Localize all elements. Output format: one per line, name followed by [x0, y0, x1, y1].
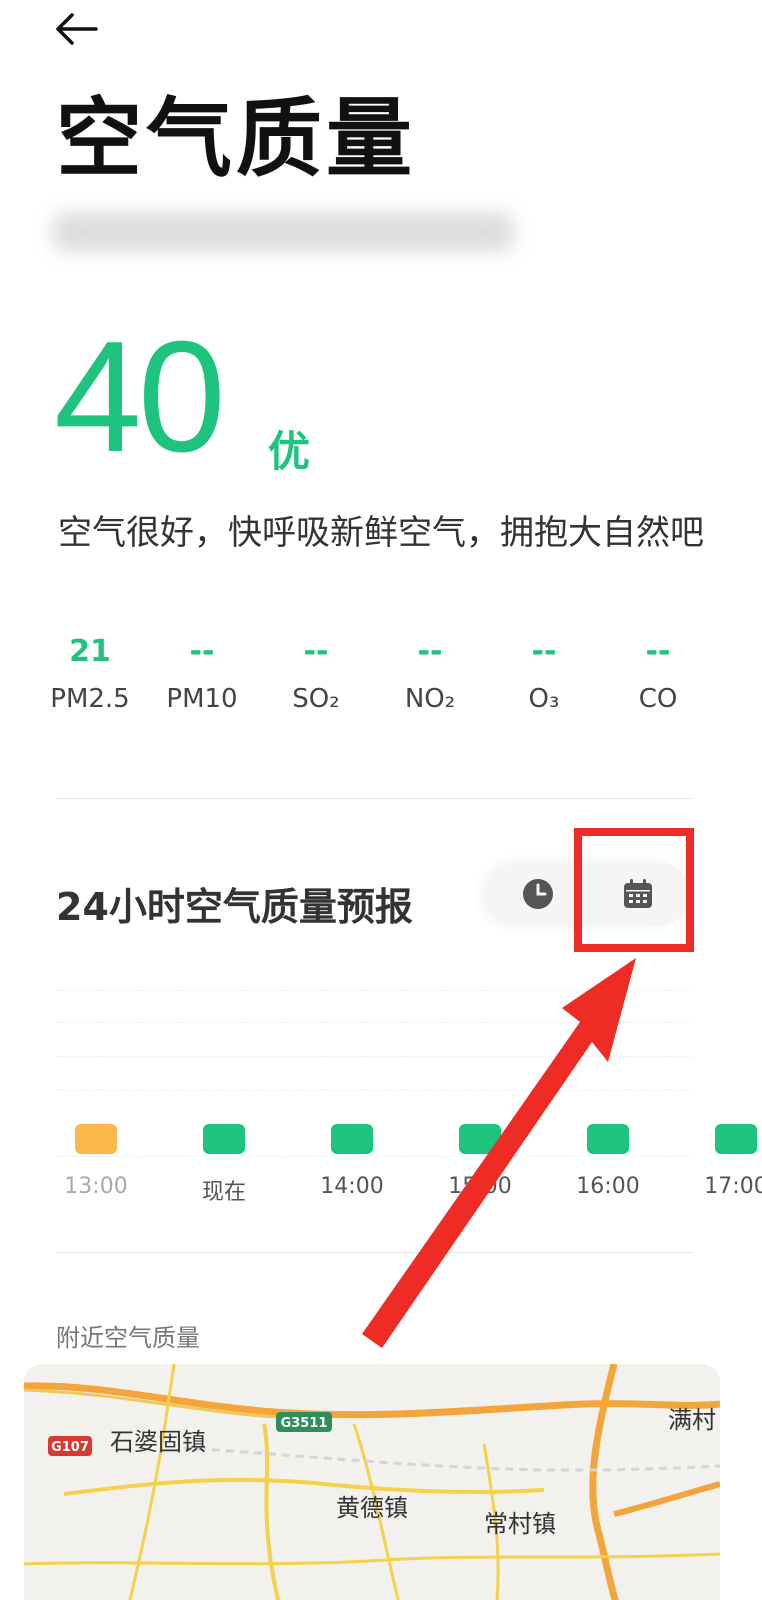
pollutant-name: SO₂: [292, 684, 340, 714]
pollutant-pm10[interactable]: -- PM10: [142, 632, 262, 714]
pollutant-value: --: [645, 634, 671, 669]
pollutant-value: --: [189, 634, 215, 669]
pollutant-value: 21: [69, 634, 111, 669]
aqi-level-bar: [331, 1124, 373, 1154]
nearby-air-quality-label: 附近空气质量: [56, 1324, 200, 1352]
forecast-time: 16:00: [576, 1174, 640, 1199]
chart-gridline: [56, 1056, 692, 1057]
pollutant-value: --: [303, 634, 329, 669]
pollutant-name: NO₂: [404, 684, 456, 714]
forecast-title: 24小时空气质量预报: [56, 885, 413, 929]
map-canvas: G3511 G107 石婆固镇 黄德镇 常村镇 满村: [24, 1364, 720, 1600]
aqi-level-bar: [587, 1124, 629, 1154]
aqi-level-bar: [715, 1124, 757, 1154]
map-place-label: 石婆固镇: [110, 1428, 206, 1456]
chart-gridline: [56, 990, 692, 991]
pollutant-value: --: [531, 634, 557, 669]
chart-gridline: [56, 1022, 692, 1023]
hourly-view-button[interactable]: [520, 876, 556, 912]
aqi-level-bar: [203, 1124, 245, 1154]
pollutant-list: 21 PM2.5 -- PM10 -- SO₂ -- NO₂ -- O₃ -- …: [30, 632, 740, 732]
map-place-label: 黄德镇: [336, 1494, 408, 1522]
forecast-time: 17:00: [704, 1174, 762, 1199]
aqi-description: 空气很好，快呼吸新鲜空气，拥抱大自然吧: [58, 513, 704, 553]
section-divider: [56, 798, 692, 799]
pollutant-co[interactable]: -- CO: [598, 632, 718, 714]
aqi-value: 40: [54, 309, 226, 485]
nearby-map[interactable]: G3511 G107 石婆固镇 黄德镇 常村镇 满村: [24, 1364, 720, 1600]
back-arrow-icon: [56, 13, 98, 45]
pollutant-name: CO: [638, 684, 678, 714]
pollutant-o3[interactable]: -- O₃: [484, 632, 604, 714]
road-badge-label: G3511: [281, 1416, 328, 1431]
forecast-time: 14:00: [320, 1174, 384, 1199]
forecast-time: 13:00: [64, 1174, 128, 1199]
forecast-item: 14:00: [292, 1124, 412, 1199]
forecast-item: 13:00: [36, 1124, 156, 1199]
pollutant-name: PM2.5: [50, 684, 130, 714]
forecast-item: 17:00: [676, 1124, 762, 1199]
clock-icon: [523, 879, 553, 909]
section-divider: [56, 1252, 692, 1253]
pollutant-so2[interactable]: -- SO₂: [256, 632, 376, 714]
aqi-level: 优: [268, 427, 311, 476]
pollutant-name: PM10: [166, 684, 238, 714]
forecast-item: 16:00: [548, 1124, 668, 1199]
back-button[interactable]: [52, 6, 112, 52]
pollutant-name: O₃: [528, 684, 560, 714]
map-place-label: 满村: [668, 1406, 716, 1434]
aqi-level-bar: [75, 1124, 117, 1154]
forecast-time: 15:00: [448, 1174, 512, 1199]
map-place-label: 常村镇: [484, 1510, 556, 1538]
chart-gridline: [56, 1090, 692, 1091]
road-badge-label: G107: [51, 1440, 89, 1455]
location-text: [52, 212, 514, 252]
forecast-item: 现在: [164, 1124, 284, 1204]
pollutant-value: --: [417, 634, 443, 669]
annotation-highlight-box: [574, 828, 694, 952]
page-title: 空气质量: [56, 89, 416, 189]
forecast-item: 15:00: [420, 1124, 540, 1199]
pollutant-pm25[interactable]: 21 PM2.5: [30, 632, 150, 714]
forecast-time: 现在: [201, 1180, 246, 1204]
aqi-level-bar: [459, 1124, 501, 1154]
hourly-forecast-strip[interactable]: 13:00 现在 14:00 15:00 16:00 17:00: [0, 1124, 762, 1204]
pollutant-no2[interactable]: -- NO₂: [370, 632, 490, 714]
